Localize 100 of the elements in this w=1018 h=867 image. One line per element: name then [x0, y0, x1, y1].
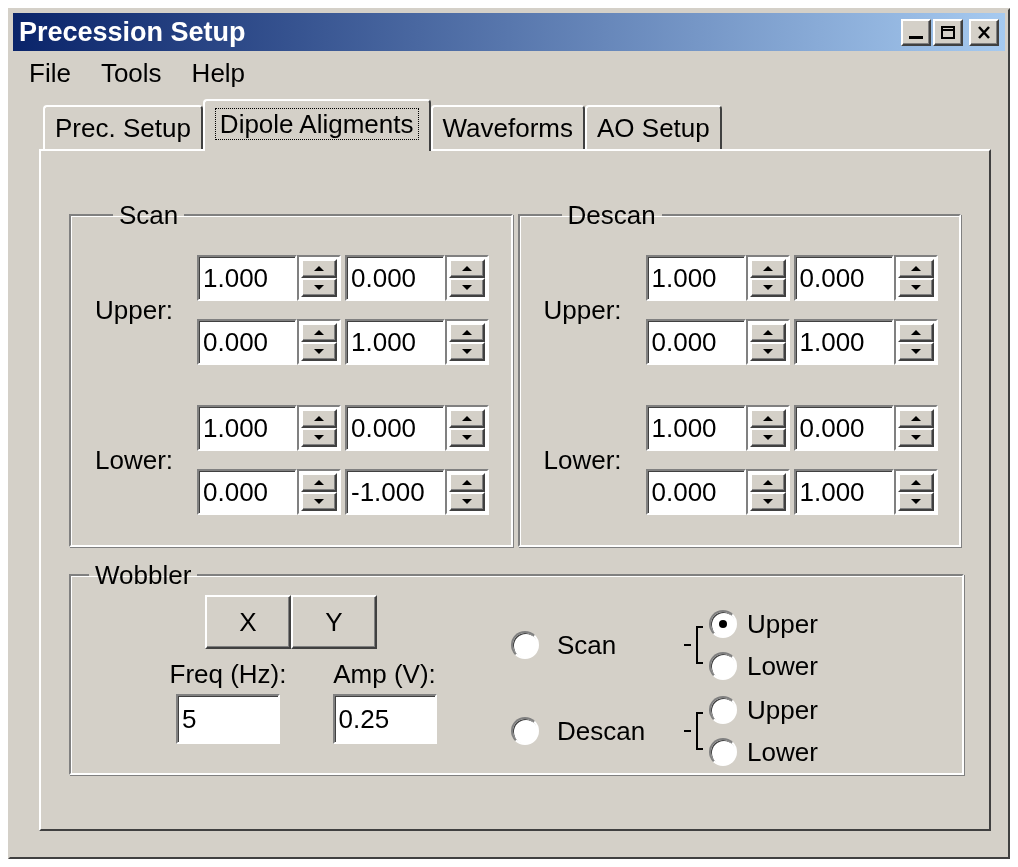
spin-down-button[interactable]	[301, 492, 337, 511]
up-arrow-icon	[910, 330, 921, 335]
input-field[interactable]: 0.000	[345, 255, 445, 301]
spin-up-button[interactable]	[301, 259, 337, 278]
input-field[interactable]: 0.000	[793, 255, 894, 301]
input-field[interactable]: -1.000	[345, 469, 445, 515]
spin-down-button[interactable]	[449, 342, 485, 361]
input-field[interactable]: 1.000	[645, 255, 746, 301]
window-title: Precession Setup	[19, 15, 247, 49]
spin-down-button[interactable]	[749, 428, 786, 447]
spin-down-button[interactable]	[301, 278, 337, 297]
spin-down-button[interactable]	[449, 428, 485, 447]
up-arrow-icon	[314, 416, 324, 421]
close-button[interactable]	[969, 18, 999, 46]
input-field[interactable]: 0.000	[793, 405, 894, 451]
down-arrow-icon	[462, 435, 472, 440]
tab[interactable]: AO Setup	[585, 105, 722, 149]
up-arrow-icon	[462, 330, 472, 335]
row-label: Upper:	[543, 293, 623, 327]
spin-up-button[interactable]	[449, 473, 485, 492]
down-arrow-icon	[762, 285, 773, 290]
spin-up-button[interactable]	[897, 409, 934, 428]
spin-up-button[interactable]	[749, 473, 786, 492]
down-arrow-icon	[462, 499, 472, 504]
spin-down-button[interactable]	[449, 278, 485, 297]
down-arrow-icon	[314, 435, 324, 440]
radio-button[interactable]	[511, 717, 539, 745]
radio-button[interactable]	[709, 738, 737, 766]
down-arrow-icon	[762, 349, 773, 354]
up-arrow-icon	[762, 416, 773, 421]
spin-up-button[interactable]	[301, 409, 337, 428]
down-arrow-icon	[910, 285, 921, 290]
spin-down-button[interactable]	[749, 492, 786, 511]
spin-down-button[interactable]	[749, 278, 786, 297]
spin-down-button[interactable]	[749, 342, 786, 361]
spin-up-button[interactable]	[449, 323, 485, 342]
up-arrow-icon	[910, 480, 921, 485]
minimize-button[interactable]	[901, 18, 931, 46]
minimize-icon	[909, 35, 923, 39]
spin-up-button[interactable]	[449, 259, 485, 278]
spin-up-button[interactable]	[301, 323, 337, 342]
spin-down-button[interactable]	[897, 278, 934, 297]
row-label: Lower:	[543, 443, 623, 477]
tab[interactable]: Waveforms	[430, 105, 585, 149]
input-field[interactable]: 0.000	[645, 469, 746, 515]
input-field[interactable]: 0.000	[197, 319, 297, 365]
up-arrow-icon	[462, 266, 472, 271]
spin-down-button[interactable]	[301, 428, 337, 447]
radio-button[interactable]	[511, 631, 539, 659]
radio-button[interactable]	[709, 610, 737, 638]
up-arrow-icon	[762, 330, 773, 335]
down-arrow-icon	[910, 349, 921, 354]
radio-button[interactable]	[709, 696, 737, 724]
group-title: Wobbler	[94, 561, 193, 589]
row-label: Upper:	[95, 293, 175, 327]
input-field[interactable]: 0.000	[345, 405, 445, 451]
menu-item[interactable]: Tools	[100, 53, 162, 93]
spin-down-button[interactable]	[897, 428, 934, 447]
input-field[interactable]: 1.000	[345, 319, 445, 365]
spin-down-button[interactable]	[449, 492, 485, 511]
bracket-icon	[683, 709, 705, 753]
field-label: Amp (V):	[333, 658, 436, 691]
spin-up-button[interactable]	[749, 323, 786, 342]
up-arrow-icon	[462, 480, 472, 485]
input-field[interactable]: 5	[176, 694, 280, 744]
input-field[interactable]: 1.000	[197, 405, 297, 451]
menu-item[interactable]: Help	[191, 53, 246, 93]
input-field[interactable]: 1.000	[645, 405, 746, 451]
spin-up-button[interactable]	[897, 473, 934, 492]
up-arrow-icon	[910, 266, 921, 271]
down-arrow-icon	[910, 435, 921, 440]
input-field[interactable]: 1.000	[793, 469, 894, 515]
spin-down-button[interactable]	[301, 342, 337, 361]
axis-button[interactable]: Y	[291, 595, 377, 649]
spin-up-button[interactable]	[897, 323, 934, 342]
group-title: Descan	[566, 201, 657, 229]
menu-item[interactable]: File	[29, 53, 71, 93]
axis-button[interactable]: X	[205, 595, 291, 649]
tab[interactable]: Dipole Aligments	[202, 99, 431, 151]
down-arrow-icon	[462, 285, 472, 290]
input-field[interactable]: 0.25	[332, 694, 437, 744]
spin-up-button[interactable]	[749, 409, 786, 428]
input-field[interactable]: 0.000	[645, 319, 746, 365]
maximize-button[interactable]	[933, 18, 963, 46]
up-arrow-icon	[314, 480, 324, 485]
radio-button[interactable]	[709, 652, 737, 680]
radio-label: Upper	[747, 607, 818, 641]
input-field[interactable]: 1.000	[793, 319, 894, 365]
spin-up-button[interactable]	[449, 409, 485, 428]
radio-label: Lower	[747, 735, 818, 769]
field-label: Freq (Hz):	[169, 658, 287, 691]
input-field[interactable]: 1.000	[197, 255, 297, 301]
close-icon	[977, 25, 991, 39]
spin-down-button[interactable]	[897, 492, 934, 511]
spin-up-button[interactable]	[749, 259, 786, 278]
spin-up-button[interactable]	[897, 259, 934, 278]
spin-up-button[interactable]	[301, 473, 337, 492]
spin-down-button[interactable]	[897, 342, 934, 361]
tab[interactable]: Prec. Setup	[43, 105, 203, 149]
input-field[interactable]: 0.000	[197, 469, 297, 515]
